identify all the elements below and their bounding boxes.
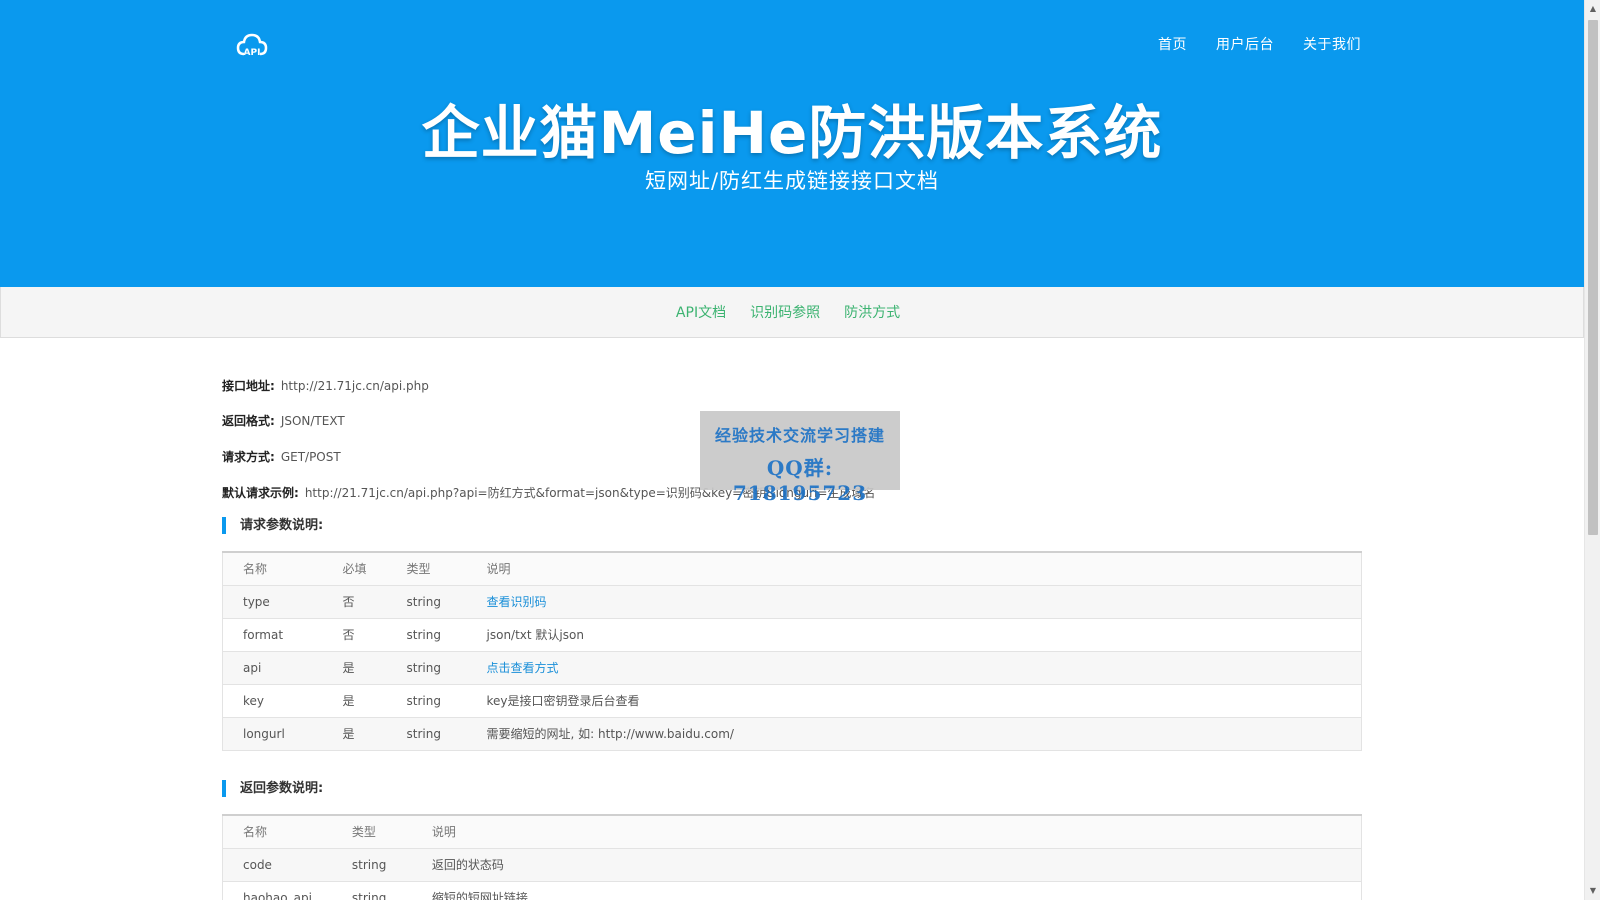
table-row: api 是 string 点击查看方式 [222,650,1362,684]
table-row: type 否 string 查看识别码 [222,584,1362,618]
scrollbar-thumb[interactable] [1588,20,1598,535]
view-codes-link[interactable]: 查看识别码 [487,595,547,609]
param-name: key [222,683,323,717]
table-row: code string 返回的状态码 [222,847,1362,881]
nav-home-link[interactable]: 首页 [1158,34,1187,54]
return-name: code [222,847,332,881]
section-tabs: API文档 识别码参照 防洪方式 [0,287,1584,338]
nav-about-link[interactable]: 关于我们 [1303,34,1361,54]
page-header: API 首页 用户后台 关于我们 企业猫MeiHe防洪版本系统 短网址/防红生成… [0,0,1584,287]
table-row: format 否 string json/txt 默认json [222,617,1362,651]
tab-antiflood-methods[interactable]: 防洪方式 [844,302,900,322]
view-methods-link[interactable]: 点击查看方式 [487,661,559,675]
page-subtitle: 短网址/防红生成链接接口文档 [644,169,940,193]
method-value: GET/POST [280,450,341,464]
qq-group-watermark: 经验技术交流学习搭建 QQ群: 718195723 [700,411,900,505]
request-params-heading: 请求参数说明: [222,517,323,534]
table-row: key 是 string key是接口密钥登录后台查看 [222,683,1362,717]
response-params-heading: 返回参数说明: [222,780,323,797]
method-label: 请求方式: [222,450,275,464]
param-desc-cell: 点击查看方式 [466,650,1362,684]
param-name: format [222,617,323,651]
column-header: 类型 [386,551,467,585]
format-value: JSON/TEXT [280,414,345,428]
param-desc: 需要缩短的网址, 如: http://www.baidu.com/ [466,716,1362,750]
tab-identification-codes[interactable]: 识别码参照 [750,302,820,322]
column-header: 名称 [222,551,323,585]
format-label: 返回格式: [222,414,275,428]
param-type: string [386,716,467,750]
endpoint-row: 接口地址: http://21.71jc.cn/api.php [222,377,429,394]
endpoint-label: 接口地址: [222,379,275,393]
watermark-line-1: 经验技术交流学习搭建 [714,426,885,445]
column-header: 说明 [466,551,1362,585]
api-cloud-logo-icon[interactable]: API [236,32,268,60]
param-required: 否 [322,617,387,651]
method-row: 请求方式: GET/POST [222,448,341,465]
param-type: string [386,584,467,618]
column-header: 类型 [331,814,412,848]
return-name: haohao_api [222,880,332,900]
table-header-row: 名称 必填 类型 说明 [222,551,1362,585]
scroll-up-arrow-icon[interactable]: ▲ [1588,3,1598,15]
table-row: haohao_api string 缩短的短网址链接 [222,880,1362,900]
column-header: 说明 [411,814,1362,848]
format-row: 返回格式: JSON/TEXT [222,412,345,429]
response-params-table: 名称 类型 说明 code string 返回的状态码 haohao_api s… [222,814,1362,900]
table-row: longurl 是 string 需要缩短的网址, 如: http://www.… [222,716,1362,750]
tab-api-docs[interactable]: API文档 [676,302,726,322]
param-required: 是 [322,716,387,750]
param-type: string [386,683,467,717]
param-required: 否 [322,584,387,618]
param-desc-cell: 查看识别码 [466,584,1362,618]
param-required: 是 [322,650,387,684]
scroll-down-arrow-icon[interactable]: ▼ [1588,885,1598,897]
watermark-line-2: QQ群: 718195723 [732,456,868,505]
return-desc: 返回的状态码 [411,847,1362,881]
svg-text:API: API [244,48,261,58]
param-name: api [222,650,323,684]
param-name: longurl [222,716,323,750]
param-required: 是 [322,683,387,717]
table-header-row: 名称 类型 说明 [222,814,1362,848]
return-type: string [331,847,412,881]
return-type: string [331,880,412,900]
nav-user-dashboard-link[interactable]: 用户后台 [1216,34,1274,54]
top-navigation: 首页 用户后台 关于我们 [1158,34,1361,54]
request-params-table: 名称 必填 类型 说明 type 否 string 查看识别码 format 否… [222,551,1362,751]
endpoint-value: http://21.71jc.cn/api.php [280,379,429,393]
param-desc: key是接口密钥登录后台查看 [466,683,1362,717]
return-desc: 缩短的短网址链接 [411,880,1362,900]
param-desc: json/txt 默认json [466,617,1362,651]
column-header: 必填 [322,551,387,585]
column-header: 名称 [222,814,332,848]
example-label: 默认请求示例: [222,486,299,500]
vertical-scrollbar[interactable]: ▲ ▼ [1584,0,1600,900]
param-name: type [222,584,323,618]
param-type: string [386,650,467,684]
param-type: string [386,617,467,651]
page-title: 企业猫MeiHe防洪版本系统 [421,99,1163,167]
